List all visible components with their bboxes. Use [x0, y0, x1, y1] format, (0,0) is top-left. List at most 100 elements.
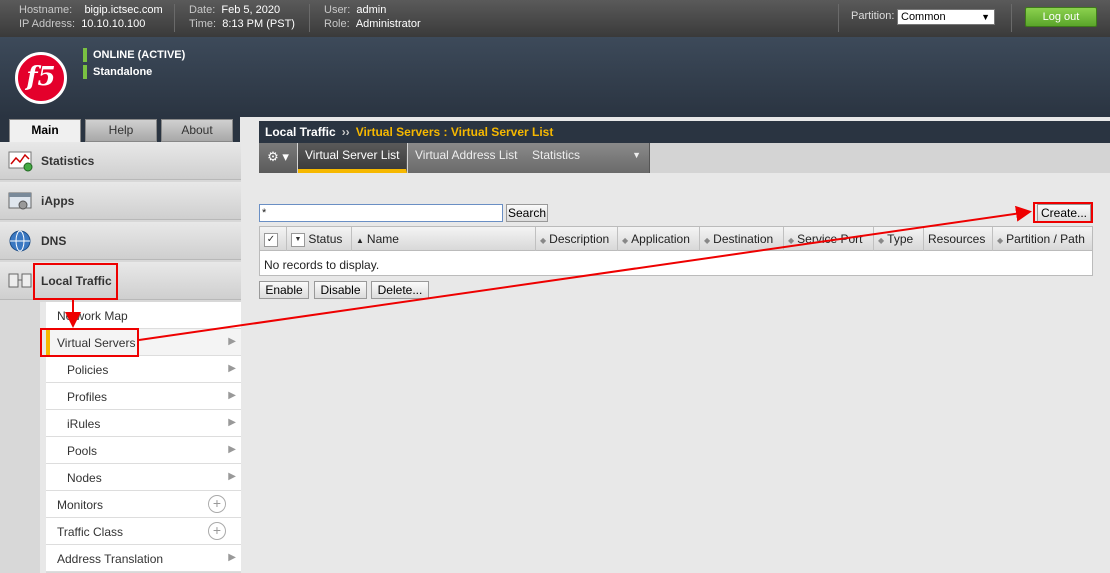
chevron-right-icon: ▶ — [228, 552, 236, 563]
column-partition-path-label: Partition / Path — [1006, 232, 1085, 246]
nav-network-map[interactable]: Network Map — [46, 302, 241, 329]
gear-icon[interactable]: ⚙ ▾ — [259, 143, 297, 173]
add-circle-icon[interactable]: + — [208, 522, 226, 540]
tab-virtual-server-list[interactable]: Virtual Server List — [298, 143, 408, 173]
dropdown-arrow-icon: ▼ — [632, 150, 641, 160]
chevron-right-icon: ▶ — [228, 444, 236, 455]
tab-about[interactable]: About — [161, 119, 233, 142]
column-name[interactable]: ▲ Name — [352, 227, 536, 251]
nav-irules-label: iRules — [67, 417, 101, 431]
nav-policies[interactable]: Policies ▶ — [46, 356, 241, 383]
nav-virtual-servers[interactable]: Virtual Servers ▶ — [46, 329, 241, 356]
nav-address-translation[interactable]: Address Translation ▶ — [46, 545, 241, 572]
chevron-right-icon: ▶ — [228, 336, 236, 347]
nav-nodes-label: Nodes — [67, 471, 102, 485]
role-label: Role: — [324, 18, 350, 30]
search-input[interactable]: * — [259, 204, 503, 222]
add-circle-icon[interactable]: + — [208, 495, 226, 513]
role-value: Administrator — [355, 18, 421, 30]
column-destination[interactable]: ◆ Destination — [700, 227, 784, 251]
nav-traffic-class[interactable]: Traffic Class + — [46, 518, 241, 545]
partition-select[interactable]: Common ▼ — [897, 9, 995, 25]
column-type-label: Type — [887, 232, 914, 246]
sort-icon: ◆ — [540, 236, 547, 245]
time-value: 8:13 PM (PST) — [222, 18, 295, 30]
divider — [174, 4, 175, 32]
nav-profiles[interactable]: Profiles ▶ — [46, 383, 241, 410]
breadcrumb-root[interactable]: Local Traffic — [265, 125, 336, 139]
nav-dns[interactable]: DNS — [0, 222, 241, 260]
dropdown-arrow-icon: ▼ — [981, 12, 990, 22]
sort-icon: ◆ — [997, 236, 1004, 245]
column-partition-path[interactable]: ◆ Partition / Path — [993, 227, 1092, 251]
breadcrumb: Local Traffic ›› Virtual Servers : Virtual… — [259, 121, 1110, 143]
datetime-info: Date: Feb 5, 2020 Time: 8:13 PM (PST) — [189, 3, 295, 31]
delete-button[interactable]: Delete... — [371, 281, 429, 299]
tab-main[interactable]: Main — [9, 119, 81, 143]
globe-icon — [9, 230, 31, 252]
nav-iapps[interactable]: iApps — [0, 182, 241, 220]
nav-iapps-label: iApps — [41, 194, 75, 208]
column-name-label: Name — [366, 232, 399, 246]
status-online: ONLINE (ACTIVE) — [83, 48, 185, 62]
hostname-value: bigip.ictsec.com — [84, 4, 163, 16]
status-standalone: Standalone — [83, 65, 152, 79]
sort-icon: ◆ — [622, 236, 629, 245]
f5-logo: f5 — [15, 52, 67, 104]
column-service-port[interactable]: ◆ Service Port — [784, 227, 874, 251]
select-all-checkbox[interactable]: ✓ — [260, 227, 287, 251]
sort-up-icon: ▲ — [356, 236, 364, 245]
nav-irules[interactable]: iRules ▶ — [46, 410, 241, 437]
divider — [838, 4, 839, 32]
date-label: Date: — [189, 4, 216, 16]
top-bar: Hostname: bigip.ictsec.com IP Address: 1… — [0, 0, 1110, 37]
local-traffic-icon — [8, 273, 32, 288]
search-button[interactable]: Search — [506, 204, 548, 222]
column-application-label: Application — [631, 232, 690, 246]
dropdown-arrow-icon: ▼ — [291, 232, 305, 247]
divider — [1011, 4, 1012, 32]
column-status[interactable]: ▼ Status — [287, 227, 352, 251]
column-application[interactable]: ◆ Application — [618, 227, 700, 251]
nav-pools[interactable]: Pools ▶ — [46, 437, 241, 464]
column-destination-label: Destination — [713, 232, 774, 246]
column-status-label: Status — [308, 232, 343, 246]
nav-monitors[interactable]: Monitors + — [46, 491, 241, 518]
disable-button[interactable]: Disable — [314, 281, 367, 299]
chevron-right-icon: ▶ — [228, 363, 236, 374]
logout-button[interactable]: Log out — [1025, 7, 1097, 27]
enable-button[interactable]: Enable — [259, 281, 309, 299]
left-tabs: Main Help About — [0, 117, 240, 143]
main-content: Local Traffic ›› Virtual Servers : Virtual… — [241, 117, 1110, 573]
ip-value: 10.10.10.100 — [81, 18, 146, 30]
nav-network-map-label: Network Map — [57, 309, 128, 323]
tab-help[interactable]: Help — [85, 119, 157, 142]
table-header: ✓ ▼ Status ▲ Name ◆ Description ◆ Applicati… — [260, 227, 1092, 251]
user-info: User: admin Role: Administrator — [324, 3, 421, 31]
nav-address-translation-label: Address Translation — [57, 552, 164, 566]
nav-statistics[interactable]: Statistics — [0, 142, 241, 180]
virtual-server-table: ✓ ▼ Status ▲ Name ◆ Description ◆ Applicati… — [259, 226, 1093, 276]
column-description[interactable]: ◆ Description — [536, 227, 618, 251]
breadcrumb-current: Virtual Servers : Virtual Server List — [355, 125, 554, 139]
sort-icon: ◆ — [788, 236, 795, 245]
statistics-icon — [8, 151, 33, 172]
nav-dns-label: DNS — [41, 234, 67, 248]
nav-local-traffic[interactable]: Local Traffic — [0, 262, 241, 300]
nav-virtual-servers-label: Virtual Servers — [57, 336, 136, 350]
create-button[interactable]: Create... — [1037, 204, 1091, 222]
partition-label: Partition: — [851, 10, 895, 22]
user-label: User: — [324, 4, 351, 16]
column-type[interactable]: ◆ Type — [874, 227, 924, 251]
tab-statistics[interactable]: Statistics ▼ — [525, 143, 650, 173]
column-service-port-label: Service Port — [797, 232, 863, 246]
nav-nodes[interactable]: Nodes ▶ — [46, 464, 241, 491]
chevron-right-icon: ▶ — [228, 417, 236, 428]
nav-traffic-class-label: Traffic Class — [57, 525, 124, 539]
tab-virtual-address-list[interactable]: Virtual Address List — [408, 143, 526, 173]
left-nav: Statistics iApps DNS Local Traffic Netwo… — [0, 142, 241, 573]
divider — [309, 4, 310, 32]
host-info: Hostname: bigip.ictsec.com IP Address: 1… — [19, 3, 163, 31]
chevron-right-icon: ▶ — [228, 471, 236, 482]
iapps-icon — [8, 192, 32, 210]
